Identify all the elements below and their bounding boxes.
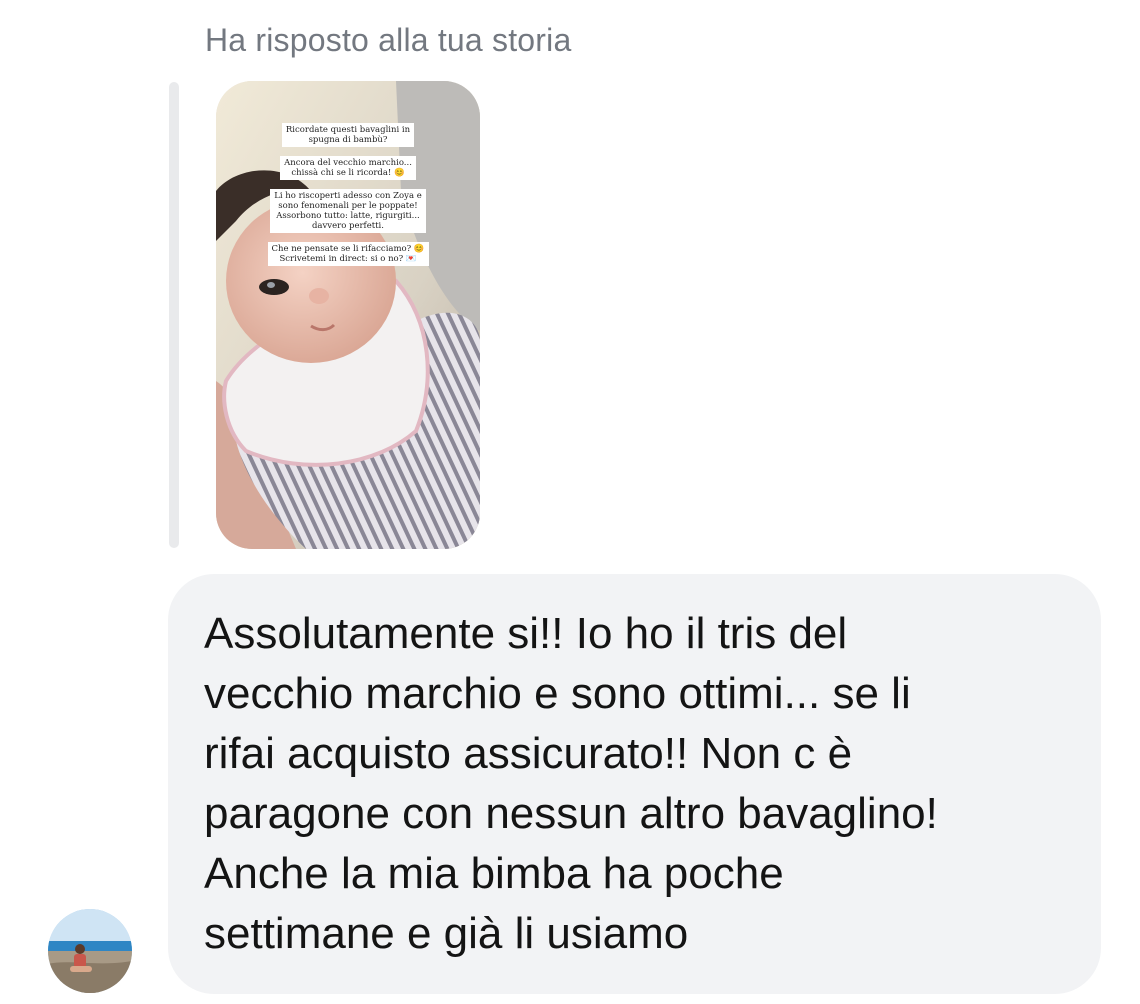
story-thumbnail[interactable]: Ricordate questi bavaglini in spugna di … [216,81,480,549]
avatar-image [48,909,132,993]
story-caption-line: Ricordate questi bavaglini in spugna di … [281,123,415,147]
story-caption-line: Ancora del vecchio marchio... chissà chi… [280,156,416,180]
story-caption-line: Che ne pensate se li rifacciamo? 😊 Scriv… [267,242,429,266]
story-caption-line: Li ho riscoperti adesso con Zoya e sono … [270,189,426,233]
story-caption-group: Ricordate questi bavaglini in spugna di … [216,123,480,266]
sender-avatar[interactable] [48,909,132,993]
reply-quote-bar [169,82,179,548]
message-bubble[interactable]: Assolutamente si!! Io ho il tris del vec… [168,574,1101,994]
reply-context-label: Ha risposto alla tua storia [205,22,572,58]
message-text: Assolutamente si!! Io ho il tris del vec… [204,609,938,958]
